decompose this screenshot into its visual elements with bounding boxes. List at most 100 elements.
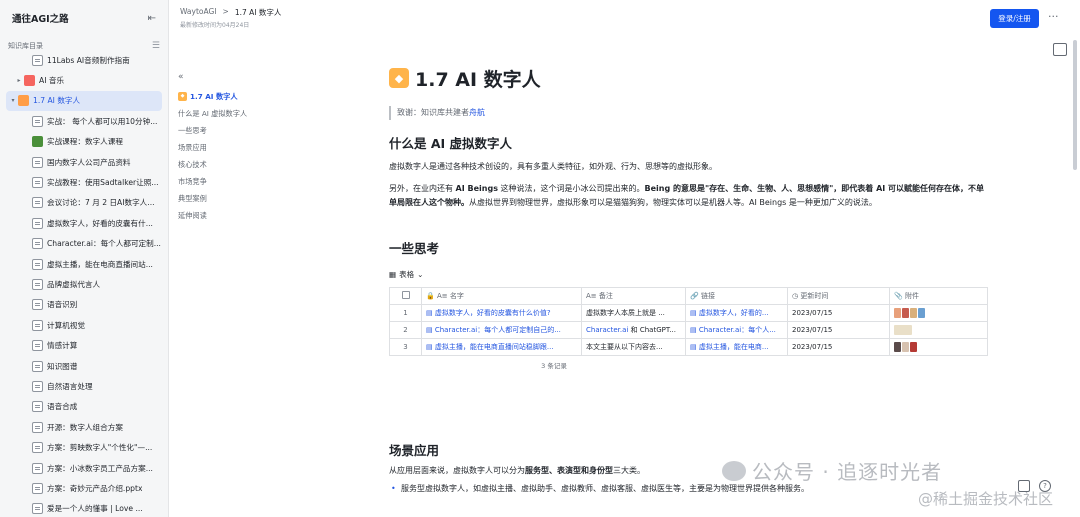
column-header[interactable]: 🔗 链接 — [685, 287, 788, 305]
sidebar-item[interactable]: 国内数字人公司产品资料 — [0, 152, 168, 172]
cell-attachment[interactable] — [889, 321, 988, 339]
cell-name-text: 虚拟主播，能在电商直播间站稳脚跟... — [434, 343, 554, 351]
attachment-thumbnails — [894, 325, 983, 335]
text-segment: 另外，在业内还有 — [389, 184, 456, 193]
sidebar-item[interactable]: 实战教程：使用Sadtalker让照... — [0, 172, 168, 192]
cell-name[interactable]: ▤ 虚拟主播，能在电商直播间站稳脚跟... — [421, 338, 582, 356]
sidebar-item[interactable]: 语音合成 — [0, 397, 168, 417]
scrollbar[interactable] — [1073, 40, 1077, 170]
toc-item[interactable]: 一些思考 — [178, 122, 278, 139]
sidebar-item[interactable]: 开源：数字人组合方案 — [0, 417, 168, 437]
sidebar-item-label: 会议讨论：7 月 2 日AI数字人... — [47, 198, 155, 208]
sidebar-item[interactable]: ▸ AI 音乐 — [0, 70, 168, 90]
toc-item[interactable]: 市场竞争 — [178, 173, 278, 190]
table-row[interactable]: 3 ▤ 虚拟主播，能在电商直播间站稳脚跟... 本文主要从以下内容去... ▤ … — [389, 338, 988, 356]
page-title: 1.7 AI 数字人 — [415, 68, 541, 91]
help-icon[interactable]: ? — [1039, 480, 1051, 492]
sidebar-item-label: 实战教程：使用Sadtalker让照... — [47, 178, 159, 188]
lock-icon: 🔒 — [426, 292, 437, 300]
login-button[interactable]: 登录/注册 — [990, 9, 1039, 28]
sidebar-item[interactable]: 实战： 每个人都可以用10分钟... — [0, 111, 168, 131]
cell-link[interactable]: ▤ 虚拟主播，能在电商... — [685, 338, 788, 356]
toc-item[interactable]: 典型案例 — [178, 190, 278, 207]
doc-icon: ▤ — [690, 309, 699, 317]
toc-item[interactable]: ◆ 1.7 AI 数字人 — [178, 88, 278, 105]
sidebar-item[interactable]: 爱是一个人的懂事 | Love ... — [0, 499, 168, 517]
sidebar-item[interactable]: 方案：小冰数字员工产品方案... — [0, 458, 168, 478]
doc-icon: ▤ — [426, 326, 435, 334]
select-all-checkbox[interactable] — [401, 291, 410, 299]
more-icon[interactable]: ··· — [1048, 10, 1059, 23]
toc-collapse-icon[interactable]: « — [178, 72, 278, 82]
watermark-wechat: 公众号 · 追逐时光者 — [722, 456, 942, 485]
toc-item[interactable]: 场景应用 — [178, 139, 278, 156]
attachment-icon: 📎 — [894, 292, 905, 300]
sidebar-item-label: 语音合成 — [47, 402, 78, 412]
column-header[interactable]: 📎 附件 — [889, 287, 988, 305]
breadcrumb-root[interactable]: WaytoAGI — [180, 7, 217, 18]
sidebar-item[interactable]: 语音识别 — [0, 295, 168, 315]
breadcrumb-separator: > — [222, 7, 229, 16]
toc-item-label: 典型案例 — [178, 194, 207, 203]
sidebar-item[interactable]: 会议讨论：7 月 2 日AI数字人... — [0, 193, 168, 213]
sidebar-item-label: 虚拟数字人，好看的皮囊有什... — [47, 218, 153, 228]
column-header[interactable]: ◷ 更新时间 — [787, 287, 890, 305]
sidebar-item-label: 实战课程：数字人课程 — [47, 137, 123, 147]
comment-icon[interactable] — [1053, 43, 1067, 56]
view-selector[interactable]: ▦ 表格 ⌄ — [389, 269, 989, 280]
sidebar-item[interactable]: 11Labs AI音频制作指南 — [0, 50, 168, 70]
text-bold: 服务型、表演型和身份型 — [525, 466, 613, 475]
cell-name[interactable]: ▤ Character.ai：每个人都可定制自己的... — [421, 321, 582, 339]
copy-icon[interactable] — [1018, 480, 1030, 492]
column-header[interactable]: A≡ 备注 — [581, 287, 686, 305]
sidebar-item[interactable]: 自然语言处理 — [0, 376, 168, 396]
table-row[interactable]: 2 ▤ Character.ai：每个人都可定制自己的... Character… — [389, 321, 988, 339]
quote-text: 致谢：知识库共建者 — [397, 108, 469, 117]
sidebar-item[interactable]: 品牌虚拟代言人 — [0, 274, 168, 294]
knowledge-sidebar: 通往AGI之路 ⇤ 知识库目录 ☰ 11Labs AI音频制作指南 ▸ AI 音乐 ▾… — [0, 0, 169, 517]
column-header[interactable]: 🔒 A≡ 名字 — [421, 287, 582, 305]
cell-link[interactable]: ▤ Character.ai：每个人... — [685, 321, 788, 339]
sidebar-item[interactable]: 方案：剪映数字人"个性化"—... — [0, 437, 168, 457]
expand-arrow-icon[interactable]: ▾ — [8, 97, 18, 104]
cell-note: 虚拟数字人本质上就是 ... — [581, 304, 686, 322]
toc-item-label: 场景应用 — [178, 143, 207, 152]
sidebar-item-label: 情感计算 — [47, 341, 78, 351]
cell-date: 2023/07/15 — [787, 304, 890, 322]
sidebar-item-label: 品牌虚拟代言人 — [47, 279, 101, 289]
main-area: WaytoAGI > 1.7 AI 数字人 最新修改时间为04月24日 登录/注… — [170, 0, 1080, 517]
sidebar-item-label: 虚拟主播，能在电商直播间站... — [47, 259, 153, 269]
sidebar-item-active[interactable]: ▾ 1.7 AI 数字人 — [6, 90, 162, 112]
toc-item[interactable]: 核心技术 — [178, 156, 278, 173]
document-icon — [32, 442, 43, 454]
cell-note-link[interactable]: Character.ai — [586, 326, 628, 334]
cell-name[interactable]: ▤ 虚拟数字人，好看的皮囊有什么价值? — [421, 304, 582, 322]
text-segment: 三大类。 — [613, 466, 645, 475]
cell-attachment[interactable] — [889, 338, 988, 356]
contributor-link[interactable]: 舟航 — [469, 108, 485, 117]
sidebar-item[interactable]: 虚拟数字人，好看的皮囊有什... — [0, 213, 168, 233]
sidebar-item[interactable]: 方案：奇妙元产品介绍.pptx — [0, 478, 168, 498]
sidebar-item-label: 计算机视觉 — [47, 320, 85, 330]
sidebar-item[interactable]: 计算机视觉 — [0, 315, 168, 335]
document-icon — [32, 258, 43, 270]
sidebar-item[interactable]: 情感计算 — [0, 335, 168, 355]
row-number: 3 — [389, 338, 422, 356]
table-row[interactable]: 1 ▤ 虚拟数字人，好看的皮囊有什么价值? 虚拟数字人本质上就是 ... ▤ 虚… — [389, 304, 988, 322]
expand-arrow-icon[interactable]: ▸ — [14, 77, 24, 84]
green-page-icon — [32, 136, 43, 148]
doc-icon: ▤ — [690, 326, 699, 334]
toc-item[interactable]: 延伸阅读 — [178, 207, 278, 224]
document-icon — [32, 380, 43, 392]
sidebar-item[interactable]: 实战课程：数字人课程 — [0, 132, 168, 152]
sidebar-item[interactable]: Character.ai：每个人都可定制... — [0, 234, 168, 254]
sidebar-item[interactable]: 知识图谱 — [0, 356, 168, 376]
sidebar-item[interactable]: 虚拟主播，能在电商直播间站... — [0, 254, 168, 274]
document-icon — [32, 360, 43, 372]
cell-attachment[interactable] — [889, 304, 988, 322]
cell-link[interactable]: ▤ 虚拟数字人，好看的... — [685, 304, 788, 322]
document-icon — [32, 401, 43, 413]
collapse-sidebar-icon[interactable]: ⇤ — [148, 13, 156, 24]
heading-thoughts: 一些思考 — [389, 241, 440, 256]
toc-item[interactable]: 什么是 AI 虚拟数字人 — [178, 105, 278, 122]
